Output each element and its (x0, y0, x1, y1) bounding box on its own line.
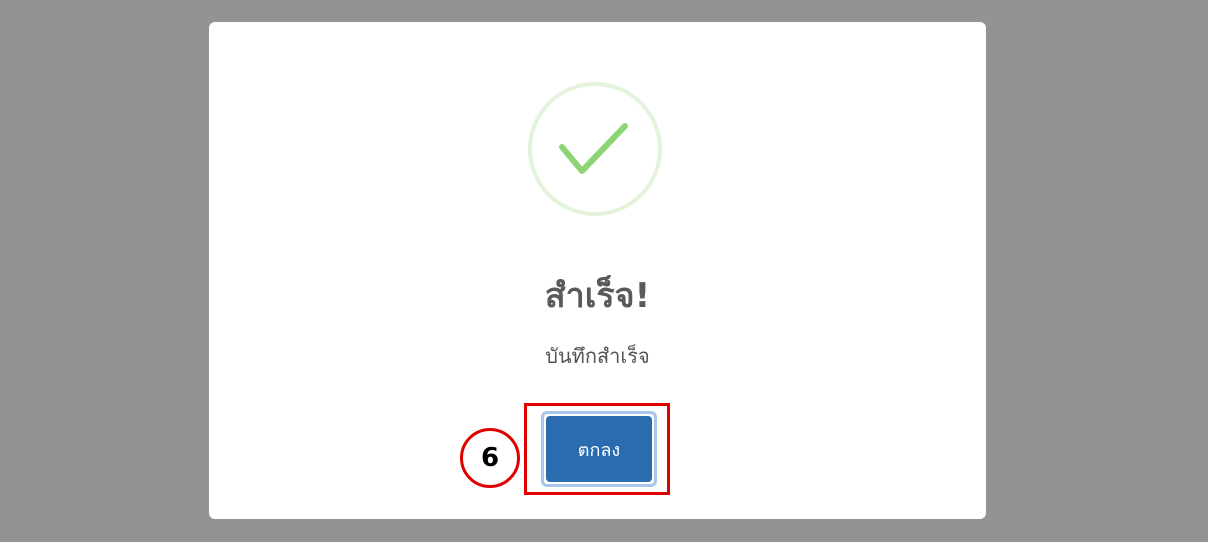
dialog-message: บันทึกสำเร็จ (545, 344, 650, 368)
success-dialog: สำเร็จ! บันทึกสำเร็จ 6 ตกลง (209, 22, 986, 519)
success-check-circle (528, 82, 662, 216)
confirm-button-label: ตกลง (546, 416, 652, 482)
check-icon (559, 123, 628, 174)
step-number-badge: 6 (460, 428, 520, 488)
dialog-title: สำเร็จ! (544, 276, 651, 316)
confirm-button[interactable]: ตกลง (541, 411, 657, 487)
